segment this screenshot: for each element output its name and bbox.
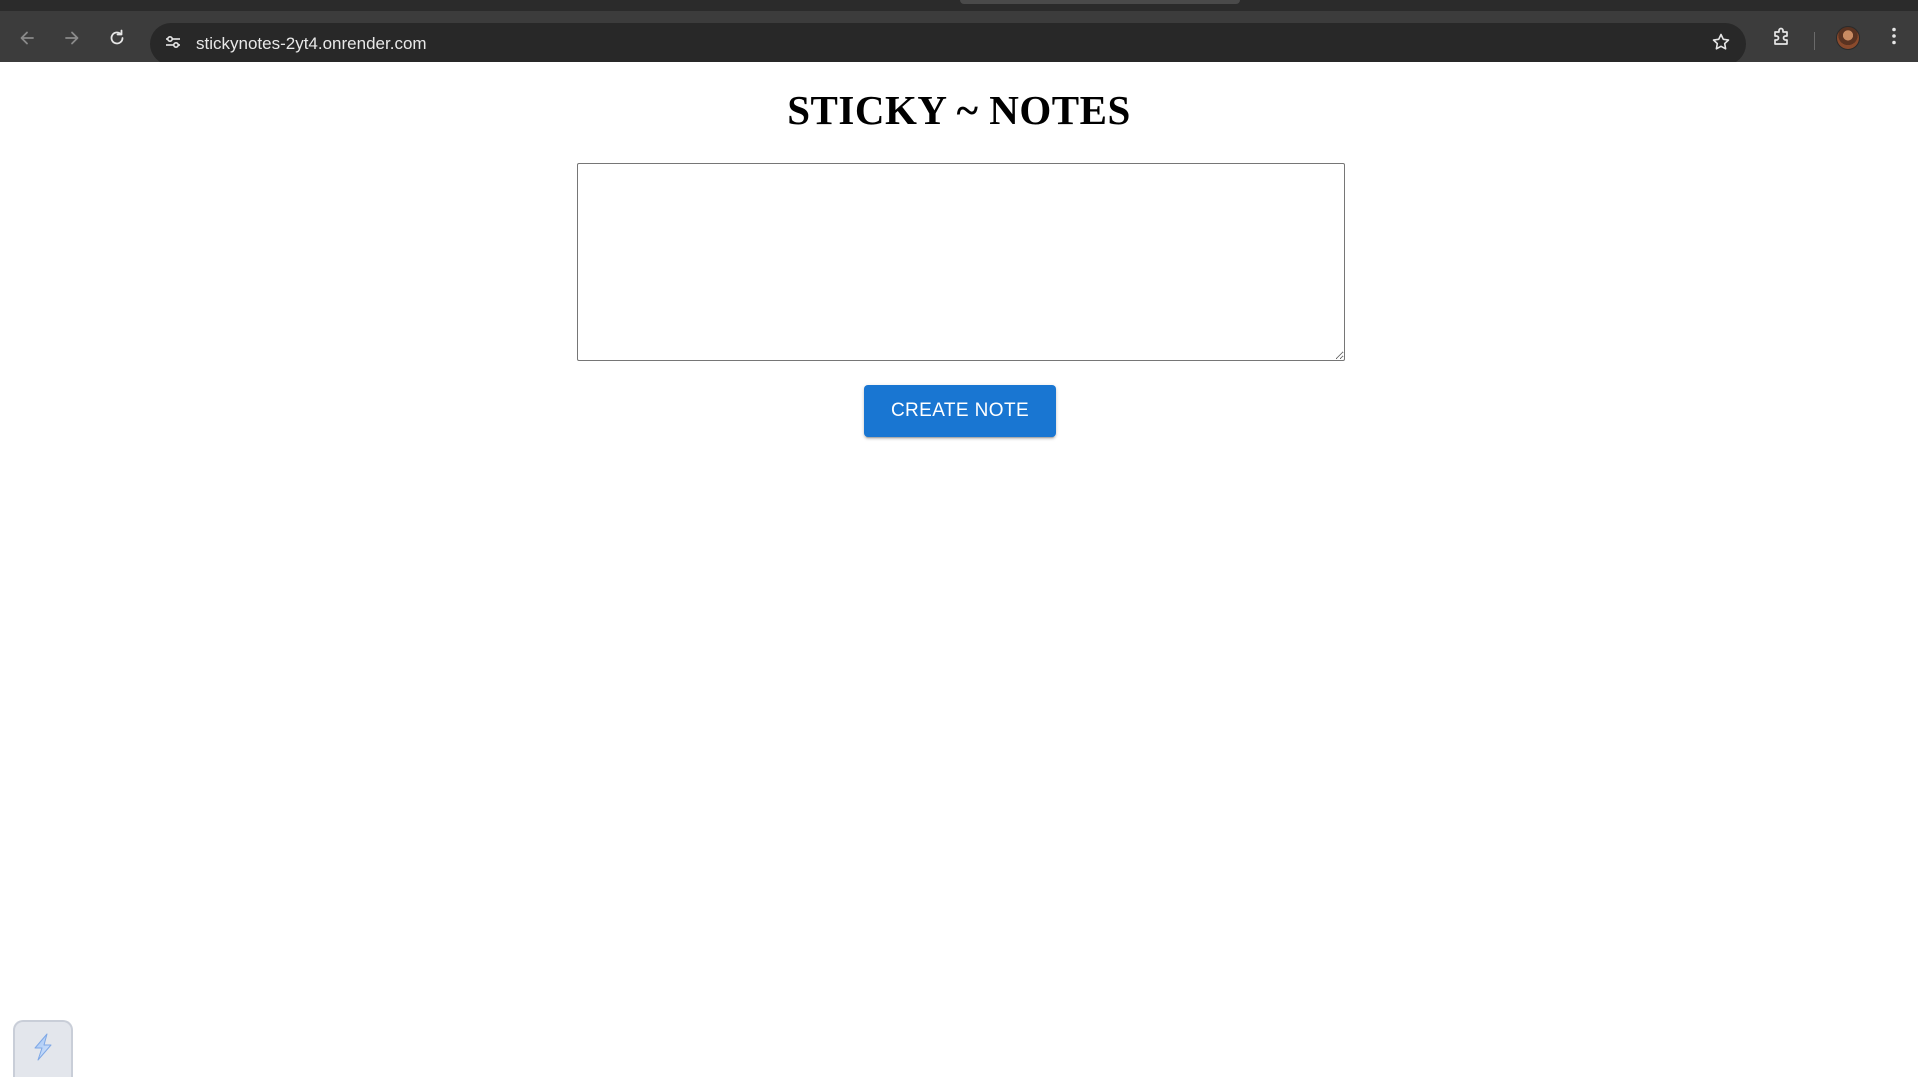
more-vertical-icon	[1891, 26, 1897, 51]
tune-icon	[164, 33, 182, 56]
profile-button[interactable]	[1832, 22, 1864, 54]
arrow-left-icon	[17, 28, 37, 48]
floating-widget-button[interactable]	[13, 1020, 73, 1077]
bookmark-button[interactable]	[1708, 31, 1734, 57]
page-content: STICKY ~ NOTES CREATE NOTE	[0, 62, 1918, 1077]
tab-edge	[960, 0, 1240, 4]
toolbar-divider	[1814, 32, 1815, 50]
tab-strip	[0, 0, 1918, 11]
create-note-button[interactable]: CREATE NOTE	[864, 385, 1056, 437]
lightning-icon	[27, 1031, 59, 1068]
note-textarea[interactable]	[577, 163, 1345, 361]
browser-toolbar: stickynotes-2yt4.onrender.com	[0, 11, 1918, 65]
puzzle-icon	[1771, 25, 1793, 52]
browser-menu-button[interactable]	[1878, 22, 1910, 54]
reload-button[interactable]	[101, 22, 133, 54]
address-bar[interactable]: stickynotes-2yt4.onrender.com	[150, 23, 1746, 65]
reload-icon	[107, 28, 127, 48]
star-icon	[1711, 32, 1731, 57]
site-info-button[interactable]	[160, 31, 186, 57]
forward-button[interactable]	[56, 22, 88, 54]
browser-chrome: stickynotes-2yt4.onrender.com	[0, 0, 1918, 65]
url-text[interactable]: stickynotes-2yt4.onrender.com	[196, 34, 427, 54]
avatar	[1836, 26, 1860, 50]
arrow-right-icon	[62, 28, 82, 48]
page-title: STICKY ~ NOTES	[787, 87, 1131, 133]
extensions-button[interactable]	[1766, 22, 1798, 54]
back-button[interactable]	[11, 22, 43, 54]
